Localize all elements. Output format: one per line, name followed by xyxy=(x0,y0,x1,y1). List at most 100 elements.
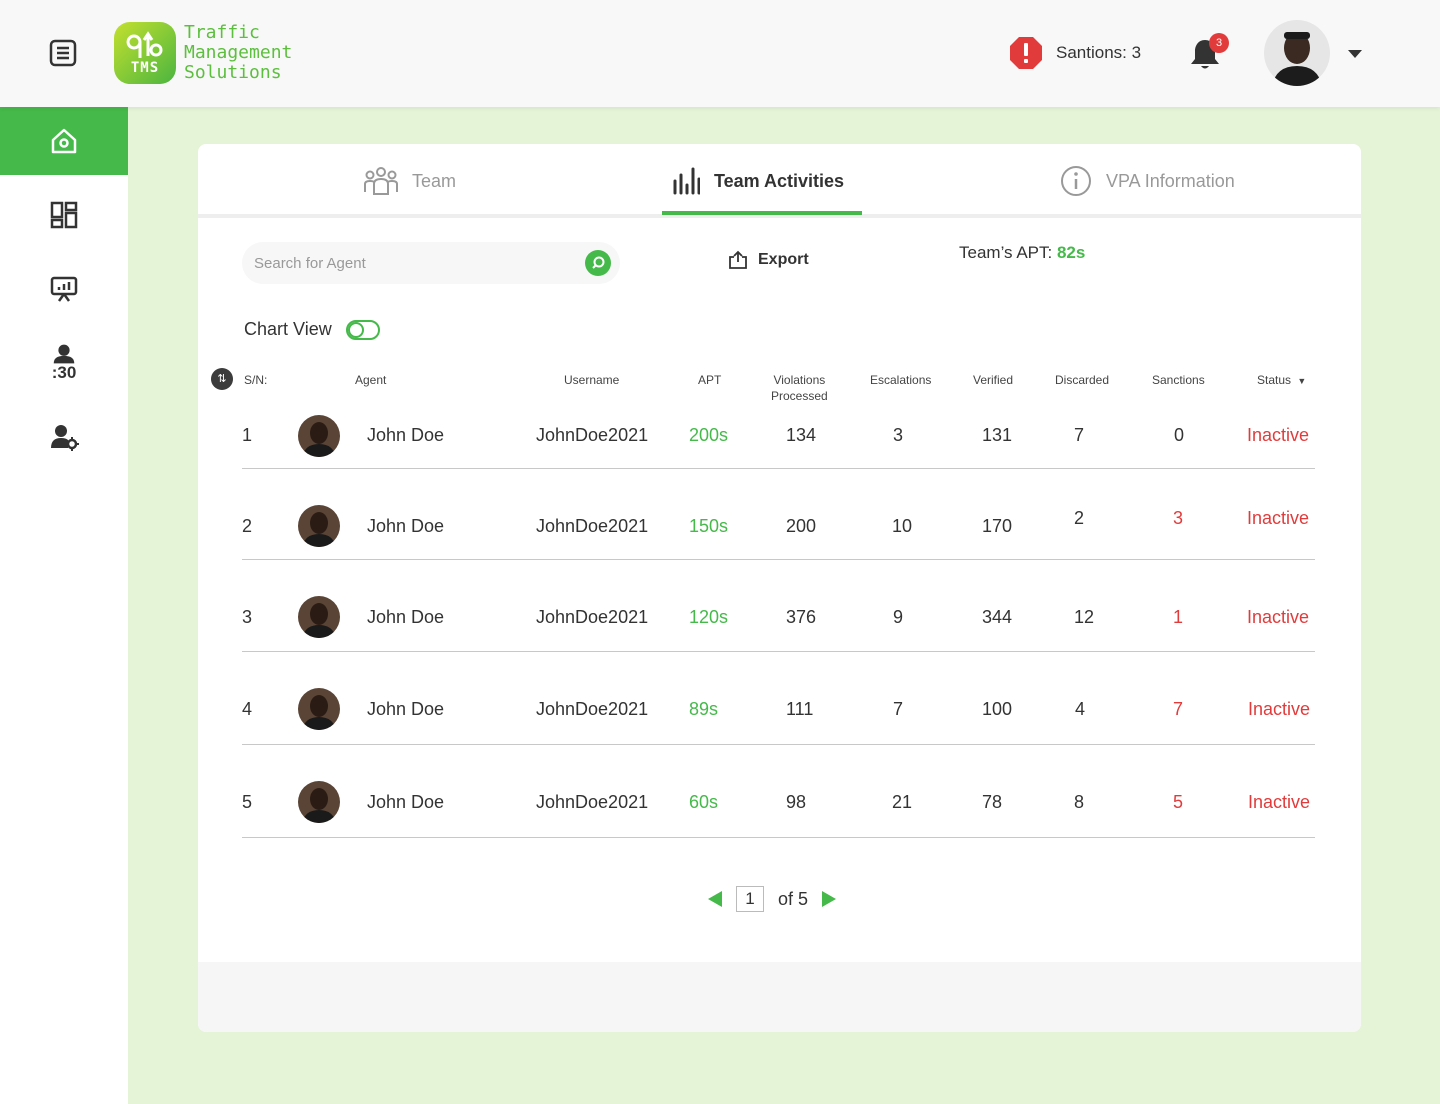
cell-agent: John Doe xyxy=(367,792,445,812)
tab-vpa-information[interactable]: VPA Information xyxy=(1060,144,1235,218)
cell-escalations: 3 xyxy=(893,425,904,445)
header-status-label: Status xyxy=(1257,373,1292,387)
cell-verified: 78 xyxy=(982,792,1003,812)
header-sn: S/N: xyxy=(244,373,268,387)
header-agent: Agent xyxy=(355,373,387,387)
cell-discarded: 4 xyxy=(1075,699,1086,719)
cell-apt: 60s xyxy=(689,792,719,812)
cell-status: Inactive xyxy=(1248,792,1311,812)
profile-avatar[interactable] xyxy=(1264,20,1330,86)
sidebar-item-presentation[interactable] xyxy=(0,255,128,323)
cell-verified: 100 xyxy=(982,699,1013,719)
cell-apt: 89s xyxy=(689,699,719,719)
pagination: 1 of 5 xyxy=(708,886,837,912)
cell-discarded: 12 xyxy=(1074,607,1095,627)
tab-bar: Team Team Activities VPA Information xyxy=(198,144,1361,218)
app-logo[interactable]: TMS Traffic Management Solutions xyxy=(114,22,292,84)
cell-verified: 131 xyxy=(982,425,1013,445)
cell-violations: 376 xyxy=(786,607,817,627)
logo-badge: TMS xyxy=(114,22,176,84)
header-verified: Verified xyxy=(973,373,1014,387)
cell-status: Inactive xyxy=(1247,425,1310,445)
cell-sn: 5 xyxy=(242,792,253,812)
header-username: Username xyxy=(564,373,620,387)
tab-team-label: Team xyxy=(412,170,457,191)
cell-violations: 200 xyxy=(786,516,817,536)
sort-icon[interactable]: ⇅ xyxy=(211,368,233,390)
header-sanctions: Sanctions xyxy=(1152,373,1205,387)
sidebar-item-user-timer[interactable]: :30 xyxy=(0,329,128,397)
alert-octagon-icon xyxy=(1010,37,1042,69)
tab-team-activities-label: Team Activities xyxy=(714,170,845,191)
export-button[interactable]: Export xyxy=(728,250,809,270)
tab-team-activities[interactable]: Team Activities xyxy=(672,144,844,218)
cell-discarded: 8 xyxy=(1074,792,1085,812)
logo-text: Traffic Management Solutions xyxy=(184,23,292,83)
user-timer-icon xyxy=(53,344,75,364)
dashboard-icon xyxy=(50,201,78,229)
cell-discarded: 7 xyxy=(1074,425,1085,445)
cell-status: Inactive xyxy=(1247,508,1310,528)
cell-agent: John Doe xyxy=(367,425,445,445)
logo-short-text: TMS xyxy=(130,60,160,76)
search-icon xyxy=(592,256,605,269)
export-icon xyxy=(729,250,747,269)
table-row[interactable]: 3 John Doe JohnDoe2021 120s 376 9 344 12… xyxy=(242,560,1315,652)
team-icon xyxy=(364,167,398,195)
cell-violations: 98 xyxy=(786,792,807,812)
team-apt-label: Team’s APT: xyxy=(959,243,1053,262)
cell-violations: 134 xyxy=(786,425,817,445)
search-button[interactable] xyxy=(585,250,611,276)
table-row[interactable]: 4 John Doe JohnDoe2021 89s 111 7 100 4 7… xyxy=(242,652,1315,745)
active-tab-indicator xyxy=(662,211,862,215)
cell-status: Inactive xyxy=(1247,607,1310,627)
menu-icon[interactable] xyxy=(48,38,78,68)
cell-escalations: 21 xyxy=(892,792,913,812)
sanctions-count-label: Santions: 3 xyxy=(1056,43,1142,62)
chart-view-label: Chart View xyxy=(244,319,332,339)
cell-escalations: 9 xyxy=(893,607,904,627)
cell-sn: 1 xyxy=(242,425,253,445)
tab-team[interactable]: Team xyxy=(364,144,456,218)
next-page-icon[interactable] xyxy=(822,891,837,907)
logo-line-3: Solutions xyxy=(184,62,282,83)
cell-sn: 4 xyxy=(242,699,253,719)
cell-escalations: 10 xyxy=(892,516,913,536)
chart-view-toggle[interactable] xyxy=(345,319,380,340)
cell-escalations: 7 xyxy=(893,699,904,719)
home-icon xyxy=(51,128,77,154)
header-escalations: Escalations xyxy=(870,373,932,387)
export-label: Export xyxy=(758,251,809,268)
top-header: TMS Traffic Management Solutions Santion… xyxy=(0,0,1440,107)
cell-username: JohnDoe2021 xyxy=(536,425,649,445)
sanctions-alert[interactable]: Santions: 3 xyxy=(1008,35,1141,71)
cell-agent: John Doe xyxy=(367,516,445,536)
search-input[interactable] xyxy=(254,242,574,284)
table-row[interactable]: 1 John Doe JohnDoe2021 200s 134 3 131 7 … xyxy=(242,394,1315,469)
notification-badge: 3 xyxy=(1209,33,1229,53)
team-activities-card: Team Team Activities VPA Information Sea… xyxy=(198,144,1361,1032)
cell-sanctions: 7 xyxy=(1173,699,1184,719)
logo-line-1: Traffic xyxy=(184,22,260,43)
prev-page-icon[interactable] xyxy=(708,891,722,907)
agent-avatar xyxy=(298,505,340,547)
current-page-input[interactable]: 1 xyxy=(736,886,764,912)
sidebar-item-dashboard[interactable] xyxy=(0,181,128,249)
logo-line-2: Management xyxy=(184,42,293,63)
profile-dropdown-caret[interactable] xyxy=(1348,50,1362,58)
cell-apt: 150s xyxy=(689,516,729,536)
agent-search xyxy=(242,242,620,284)
sidebar-item-user-settings[interactable] xyxy=(0,403,128,471)
sidebar-item-home[interactable] xyxy=(0,107,128,175)
cell-sn: 3 xyxy=(242,607,253,627)
cell-status: Inactive xyxy=(1248,699,1311,719)
cell-agent: John Doe xyxy=(367,607,445,627)
sidebar: :30 xyxy=(0,107,128,1104)
tab-vpa-information-label: VPA Information xyxy=(1106,170,1235,191)
header-status[interactable]: Status ▼ xyxy=(1257,372,1306,389)
cell-apt: 200s xyxy=(689,425,729,445)
bar-chart-icon xyxy=(673,167,700,195)
table-row[interactable]: 5 John Doe JohnDoe2021 60s 98 21 78 8 5 … xyxy=(242,745,1315,838)
header-apt: APT xyxy=(698,373,722,387)
table-row[interactable]: 2 John Doe JohnDoe2021 150s 200 10 170 2… xyxy=(242,469,1315,560)
